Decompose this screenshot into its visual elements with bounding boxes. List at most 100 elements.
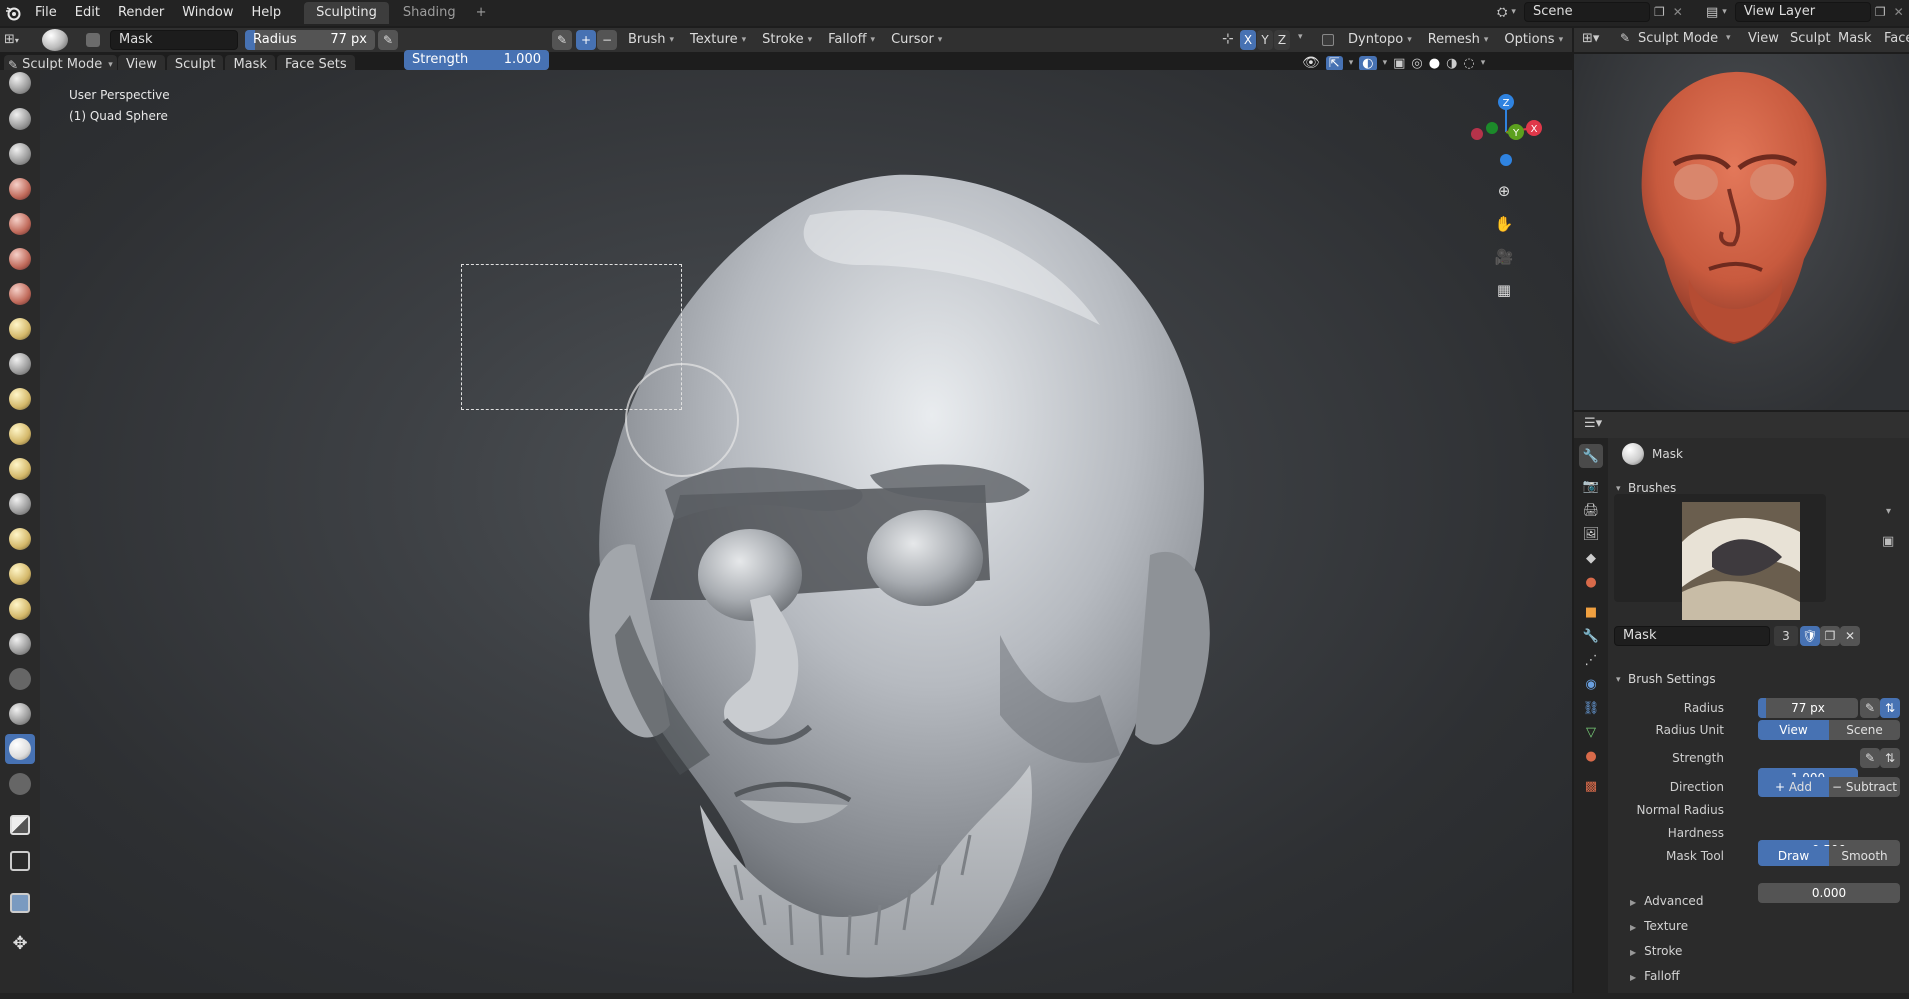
output-tab-icon[interactable]: 🖨 xyxy=(1579,498,1603,522)
stroke-subpanel[interactable]: ▶ Stroke xyxy=(1630,944,1682,958)
physics-tab-icon[interactable]: ◉ xyxy=(1579,672,1603,696)
preview-view-menu[interactable]: View xyxy=(1748,31,1779,46)
navigation-gizmo[interactable]: Z X Y xyxy=(1464,90,1548,174)
chevron-down-icon[interactable]: ▾ xyxy=(1298,32,1303,42)
new-scene-icon[interactable]: ❐ xyxy=(1654,5,1665,19)
symmetry-icon[interactable]: ⊹ xyxy=(1222,31,1234,47)
direction-subtract[interactable]: − Subtract xyxy=(1829,777,1900,797)
brush-user-count[interactable]: 3 xyxy=(1774,626,1798,646)
tool-snake-hook[interactable] xyxy=(5,664,35,694)
radius-slider[interactable]: Radius 77 px xyxy=(245,30,375,50)
fake-user-shield-icon[interactable]: 🛡 xyxy=(1800,626,1820,646)
strength-lock-icon[interactable]: ⇅ xyxy=(1880,748,1900,768)
tool-draw-sharp[interactable] xyxy=(5,104,35,134)
brush-datablock-field[interactable]: Mask xyxy=(1614,626,1770,646)
dyntopo-menu[interactable]: Dyntopo ▾ xyxy=(1340,29,1420,51)
editor-type-icon[interactable]: ⊞▾ xyxy=(4,30,30,50)
tool-blob[interactable] xyxy=(5,314,35,344)
tool-scrape[interactable] xyxy=(5,489,35,519)
tool-multiplane-scrape[interactable] xyxy=(5,524,35,554)
tool-crease[interactable] xyxy=(5,349,35,379)
xray-icon[interactable]: ▣ xyxy=(1393,56,1405,71)
brush-browse-icon[interactable]: ▾ xyxy=(1886,506,1891,517)
view-layer-icon[interactable]: ▤ xyxy=(1706,5,1718,20)
brush-menu[interactable]: Brush ▾ xyxy=(620,29,682,51)
advanced-subpanel[interactable]: ▶ Advanced xyxy=(1630,894,1703,908)
mask-tool-toggle[interactable]: Draw Smooth xyxy=(1758,846,1900,866)
tool-mask[interactable] xyxy=(5,734,35,764)
view-layer-field[interactable]: View Layer xyxy=(1734,2,1871,22)
menu-render[interactable]: Render xyxy=(109,0,173,26)
tool-smooth[interactable] xyxy=(5,384,35,414)
direction-toggle[interactable]: + Add − Subtract xyxy=(1758,777,1900,797)
tool-box-mask[interactable] xyxy=(5,810,35,840)
tool-thumb[interactable] xyxy=(5,699,35,729)
new-view-layer-icon[interactable]: ❐ xyxy=(1875,5,1886,19)
direction-subtract-button[interactable]: − xyxy=(597,30,617,50)
tool-clay-strips[interactable] xyxy=(5,174,35,204)
tool-fill[interactable] xyxy=(5,454,35,484)
render-tab-icon[interactable]: 📷 xyxy=(1579,474,1603,498)
tool-draw-face-sets[interactable] xyxy=(5,769,35,799)
object-tab-icon[interactable]: ■ xyxy=(1579,600,1603,624)
radius-lock-icon[interactable]: ⇅ xyxy=(1880,698,1900,718)
strength-pressure-toggle-icon[interactable]: ✎ xyxy=(1860,748,1880,768)
brush-settings-title[interactable]: Brush Settings xyxy=(1628,672,1716,686)
radius-unit-scene[interactable]: Scene xyxy=(1829,720,1900,740)
radius-unit-view[interactable]: View xyxy=(1758,720,1829,740)
blender-logo-icon[interactable] xyxy=(0,0,26,26)
radius-pressure-icon[interactable]: ✎ xyxy=(378,30,398,50)
modifier-tab-icon[interactable]: 🔧 xyxy=(1579,624,1603,648)
wireframe-shading-icon[interactable]: ◎ xyxy=(1411,56,1422,71)
tool-pinch[interactable] xyxy=(5,559,35,589)
chevron-down-icon[interactable]: ▾ xyxy=(1481,58,1486,68)
remesh-menu[interactable]: Remesh ▾ xyxy=(1420,29,1497,51)
falloff-menu[interactable]: Falloff ▾ xyxy=(820,29,883,51)
chevron-down-icon[interactable]: ▾ xyxy=(1383,58,1388,68)
falloff-subpanel[interactable]: ▶ Falloff xyxy=(1630,969,1680,983)
tool-inflate[interactable] xyxy=(5,279,35,309)
stroke-menu[interactable]: Stroke ▾ xyxy=(754,29,820,51)
tool-tab-icon[interactable]: 🔧 xyxy=(1579,444,1603,468)
dyntopo-checkbox[interactable] xyxy=(1322,34,1334,46)
brush-settings-toggle[interactable]: ▾ xyxy=(1616,675,1621,685)
tool-clay[interactable] xyxy=(5,139,35,169)
pan-hand-icon[interactable]: ✋ xyxy=(1491,211,1517,237)
preview-face-menu[interactable]: Face xyxy=(1884,31,1909,46)
visibility-icon[interactable]: 👁 xyxy=(1302,55,1320,71)
radius-unit-toggle[interactable]: View Scene xyxy=(1758,720,1900,740)
duplicate-brush-icon[interactable]: ❐ xyxy=(1820,626,1840,646)
camera-view-icon[interactable]: 🎥 xyxy=(1491,244,1517,270)
chevron-down-icon[interactable]: ▾ xyxy=(1349,58,1354,68)
preview-mask-menu[interactable]: Mask xyxy=(1838,31,1871,46)
direction-add-button[interactable]: + xyxy=(576,30,596,50)
mask-tool-draw[interactable]: Draw xyxy=(1758,846,1829,866)
texture-subpanel[interactable]: ▶ Texture xyxy=(1630,919,1688,933)
strength-pressure-icon[interactable]: ✎ xyxy=(552,30,572,50)
mask-brush-icon[interactable] xyxy=(42,29,68,51)
radius-pressure-toggle-icon[interactable]: ✎ xyxy=(1860,698,1880,718)
unlink-brush-icon[interactable]: ✕ xyxy=(1840,626,1860,646)
add-workspace-button[interactable]: + xyxy=(470,2,493,24)
brushes-panel-title[interactable]: Brushes xyxy=(1628,481,1676,495)
menu-help[interactable]: Help xyxy=(243,0,291,26)
solid-shading-icon[interactable]: ● xyxy=(1429,56,1440,71)
3d-viewport[interactable]: User Perspective (1) Quad Sphere Z X Y ⊕… xyxy=(40,70,1572,999)
preview-mode-selector[interactable]: Sculpt Mode xyxy=(1638,31,1718,46)
gizmo-icon[interactable]: ⇱ xyxy=(1325,55,1343,71)
zoom-icon[interactable]: ⊕ xyxy=(1491,178,1517,204)
symmetry-y-toggle[interactable]: Y xyxy=(1257,30,1273,50)
scene-icon[interactable]: ⛭ xyxy=(1497,5,1507,20)
symmetry-z-toggle[interactable]: Z xyxy=(1274,30,1290,50)
brush-image-icon[interactable]: ▣ xyxy=(1882,534,1894,549)
close-icon[interactable]: ✕ xyxy=(1673,5,1683,19)
hardness-slider[interactable]: 0.000 xyxy=(1758,883,1900,903)
options-menu[interactable]: Options ▾ xyxy=(1496,29,1571,51)
menu-file[interactable]: File xyxy=(26,0,66,26)
close-icon[interactable]: ✕ xyxy=(1894,5,1904,19)
tool-mesh-filter[interactable] xyxy=(5,888,35,918)
tool-clay-thumb[interactable] xyxy=(5,209,35,239)
brush-preview-box[interactable] xyxy=(1614,494,1826,620)
view-layer-tab-icon[interactable]: 🖼 xyxy=(1579,522,1603,546)
tool-move[interactable]: ✥ xyxy=(5,928,35,958)
